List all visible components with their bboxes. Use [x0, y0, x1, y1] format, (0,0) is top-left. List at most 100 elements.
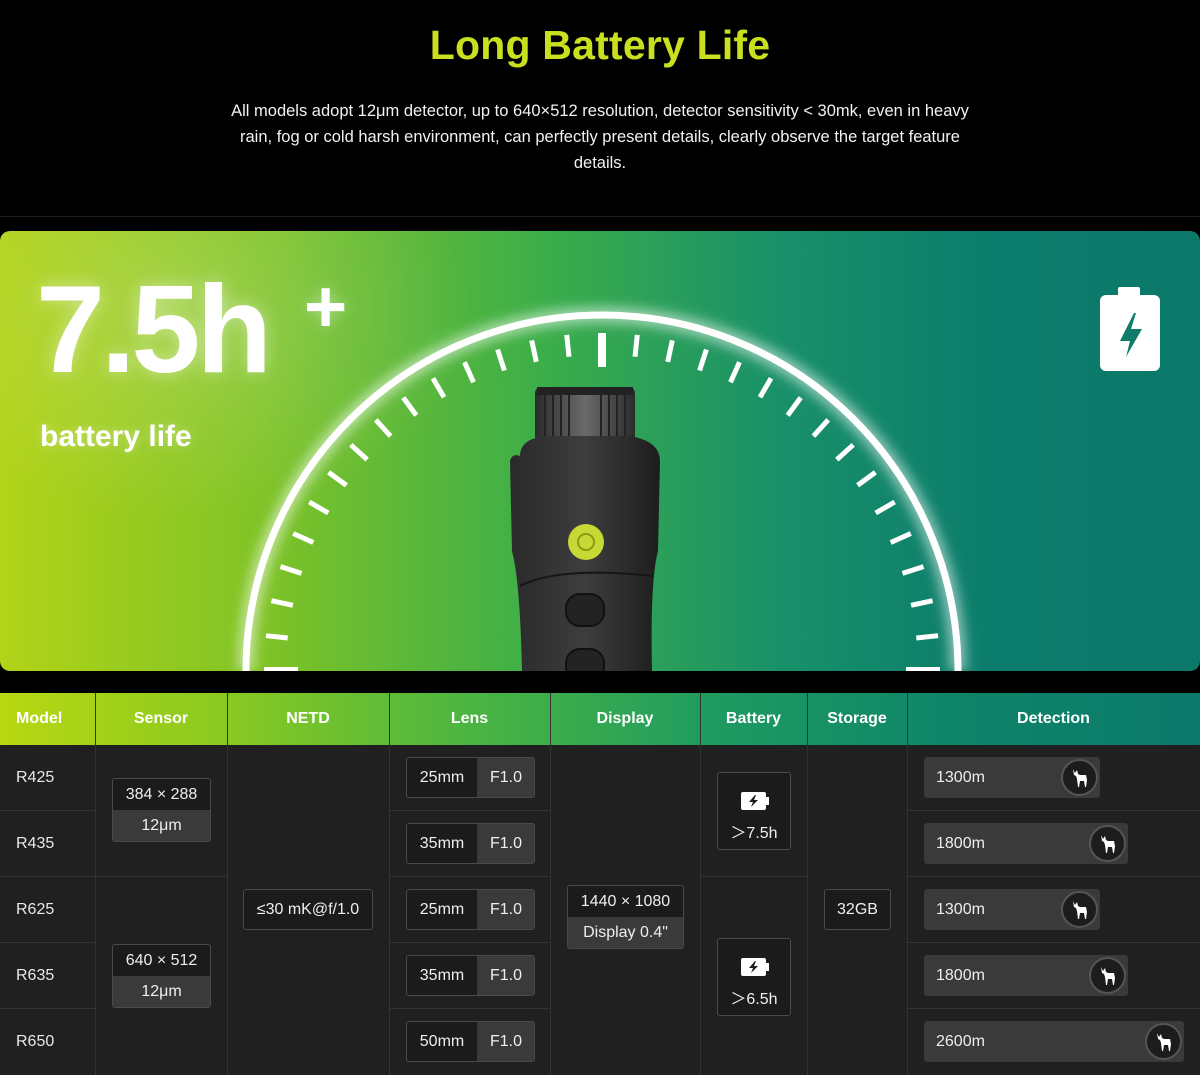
- gauge-tick: [349, 442, 369, 462]
- header-detection: Detection: [1017, 710, 1090, 727]
- column-divider: [389, 693, 390, 1075]
- lens-aperture: F1.0: [477, 956, 534, 995]
- sensor-spec: 384 × 288 12μm: [112, 778, 211, 842]
- gauge-tick: [373, 418, 393, 438]
- row-divider: [0, 876, 95, 877]
- lens-focal: 35mm: [419, 835, 465, 852]
- sensor-resolution: 384 × 288: [125, 786, 198, 803]
- display-spec: 1440 × 1080 Display 0.4": [567, 885, 684, 949]
- header-storage: Storage: [827, 710, 887, 727]
- lens-focal: 50mm: [419, 1033, 465, 1050]
- lens-aperture: F1.0: [477, 890, 534, 929]
- model-cell: R635: [16, 967, 55, 984]
- detection-bar: 1800m: [924, 823, 1128, 864]
- gauge-tick: [728, 361, 742, 384]
- header-display: Display: [596, 710, 654, 727]
- row-divider: [389, 942, 550, 943]
- lens-aperture: F1.0: [477, 1022, 534, 1061]
- battery-spec: ＞6.5h: [717, 938, 791, 1016]
- detection-distance: 1800m: [936, 967, 985, 984]
- row-divider: [907, 810, 1200, 811]
- gauge-tick: [308, 499, 330, 516]
- battery-spec: ＞7.5h: [717, 772, 791, 850]
- battery-charging-icon: [741, 792, 769, 810]
- row-divider: [907, 1008, 1200, 1009]
- gauge-tick: [401, 396, 419, 417]
- gauge-tick: [874, 499, 896, 516]
- row-divider: [907, 942, 1200, 943]
- gauge-tick: [462, 361, 476, 384]
- gauge-tick: [665, 339, 675, 363]
- gauge-tick: [529, 339, 539, 363]
- row-divider: [389, 1008, 550, 1009]
- sensor-pitch: 12μm: [113, 810, 210, 841]
- deer-icon: [1061, 891, 1098, 928]
- gauge-tick: [697, 348, 709, 372]
- row-divider: [0, 1008, 95, 1009]
- gauge-tick: [889, 531, 912, 545]
- lens-spec: 25mm F1.0: [406, 889, 535, 930]
- detection-bar: 1300m: [924, 757, 1100, 798]
- header-netd: NETD: [286, 710, 330, 727]
- gauge-tick: [430, 377, 447, 399]
- spec-table: Model Sensor NETD Lens Display Battery S…: [0, 693, 1200, 1075]
- sensor-resolution: 640 × 512: [125, 952, 198, 969]
- deer-icon: [1089, 825, 1126, 862]
- lens-aperture: F1.0: [477, 758, 534, 797]
- section-divider: [0, 216, 1200, 217]
- row-divider: [0, 810, 95, 811]
- column-divider: [807, 693, 808, 1075]
- gauge-tick: [279, 564, 303, 576]
- battery-charging-icon: [1100, 287, 1160, 371]
- battery-value: ＞7.5h: [730, 825, 778, 842]
- lens-focal: 25mm: [419, 769, 465, 786]
- row-divider: [95, 876, 227, 877]
- gauge-tick: [835, 442, 855, 462]
- gauge-tick: [564, 334, 572, 357]
- lens-focal: 35mm: [419, 967, 465, 984]
- display-resolution: 1440 × 1080: [580, 893, 671, 910]
- gauge-tick: [856, 470, 877, 488]
- header-battery: Battery: [725, 710, 782, 727]
- gauge-tick: [265, 633, 288, 641]
- storage-value: 32GB: [824, 889, 891, 930]
- battery-plus: +: [304, 265, 348, 348]
- gauge-tick: [270, 598, 294, 608]
- deer-icon: [1089, 957, 1126, 994]
- row-divider: [389, 876, 550, 877]
- column-divider: [227, 693, 228, 1075]
- detection-bar: 1300m: [924, 889, 1100, 930]
- gauge-tick: [327, 470, 348, 488]
- netd-value: ≤30 mK@f/1.0: [243, 889, 373, 930]
- gauge-tick: [292, 531, 315, 545]
- gauge-tick: [910, 598, 934, 608]
- device-illustration: [510, 387, 660, 671]
- gauge-tick: [811, 418, 831, 438]
- lens-focal: 25mm: [419, 901, 465, 918]
- battery-charging-icon: [741, 958, 769, 976]
- header-sensor: Sensor: [133, 710, 189, 727]
- page-header: Long Battery Life All models adopt 12μm …: [0, 0, 1200, 216]
- column-divider: [907, 693, 908, 1075]
- gauge-tick: [632, 334, 640, 357]
- gauge-tick: [901, 564, 925, 576]
- battery-banner: 7.5h + battery life: [0, 231, 1200, 671]
- header-model: Model: [16, 710, 63, 727]
- deer-icon: [1061, 759, 1098, 796]
- page-description: All models adopt 12μm detector, up to 64…: [231, 102, 969, 172]
- deer-icon: [1145, 1023, 1182, 1060]
- gauge-tick: [757, 377, 774, 399]
- column-divider: [95, 693, 96, 1075]
- lens-aperture: F1.0: [477, 824, 534, 863]
- model-cell: R425: [16, 769, 55, 786]
- battery-label: battery life: [40, 420, 192, 453]
- lens-spec: 50mm F1.0: [406, 1021, 535, 1062]
- column-divider: [700, 693, 701, 1075]
- model-cell: R435: [16, 835, 55, 852]
- detection-distance: 1300m: [936, 901, 985, 918]
- row-divider: [700, 876, 807, 877]
- display-size: Display 0.4": [568, 917, 683, 948]
- detection-bar: 1800m: [924, 955, 1128, 996]
- detection-distance: 1800m: [936, 835, 985, 852]
- lens-spec: 25mm F1.0: [406, 757, 535, 798]
